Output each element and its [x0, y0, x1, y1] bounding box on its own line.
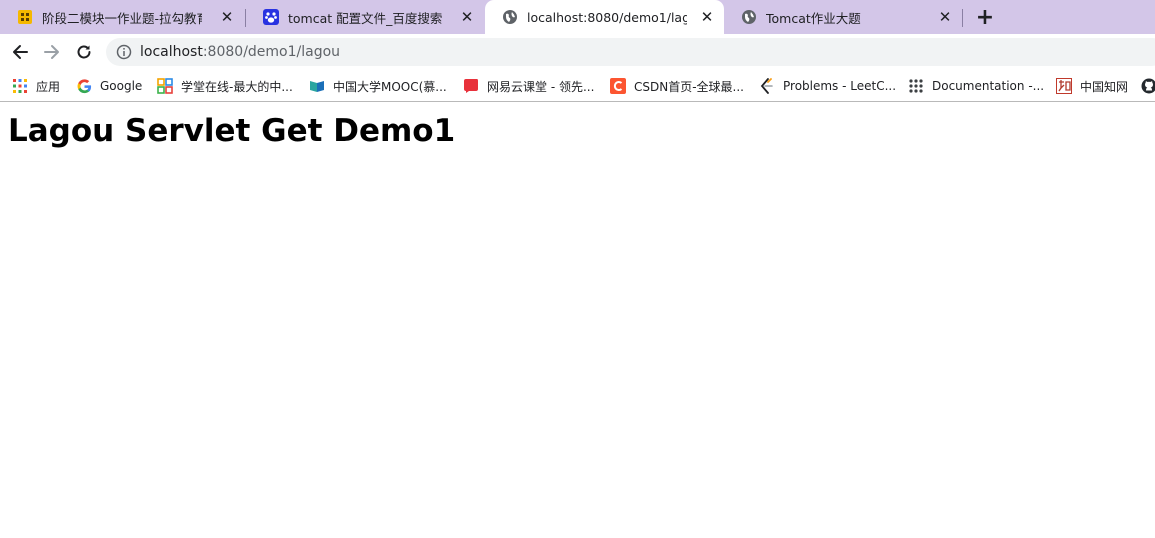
close-icon[interactable]: ✕: [936, 8, 954, 26]
github-icon: [1141, 78, 1155, 94]
bookmark-xuetangx[interactable]: 学堂在线-最大的中...: [157, 76, 293, 96]
reload-icon: [77, 45, 91, 59]
bookmark-label: 网易云课堂 - 领先...: [487, 79, 595, 94]
globe-icon: [741, 9, 757, 25]
bookmark-documentation[interactable]: Documentation -...: [908, 76, 1044, 96]
mooc-book-icon: [309, 78, 325, 94]
tab-separator: [962, 9, 963, 27]
page-viewport: Lagou Servlet Get Demo1: [0, 103, 1155, 538]
forward-button[interactable]: [40, 40, 64, 64]
bookmark-label: 学堂在线-最大的中...: [181, 79, 293, 94]
bookmark-label: CSDN首页-全球最...: [634, 79, 744, 94]
google-g-icon: [76, 78, 92, 94]
tab-title: Tomcat作业大题: [766, 10, 861, 26]
leetcode-icon: [759, 78, 775, 94]
baidu-paw-icon: [263, 9, 279, 25]
arrow-left-icon: [13, 45, 28, 59]
arrow-right-icon: [44, 45, 59, 59]
bookmark-cnki[interactable]: 中国知网: [1056, 76, 1128, 96]
address-bar[interactable]: localhost:8080/demo1/lagou: [106, 38, 1155, 66]
tab-tomcat-homework[interactable]: Tomcat作业大题 ✕: [724, 0, 962, 34]
bookmark-label: 应用: [36, 79, 61, 94]
reload-button[interactable]: [72, 40, 96, 64]
url-path: :8080/demo1/lagou: [202, 44, 341, 60]
tab-strip: 阶段二模块一作业题-拉勾教育 ✕ tomcat 配置文件_百度搜索 ✕ loca…: [0, 0, 1155, 34]
url-text[interactable]: localhost:8080/demo1/lagou: [140, 44, 340, 60]
globe-icon: [502, 9, 518, 25]
tab-baidu-search[interactable]: tomcat 配置文件_百度搜索 ✕: [246, 0, 484, 34]
tab-lagou-homework[interactable]: 阶段二模块一作业题-拉勾教育 ✕: [0, 0, 244, 34]
info-icon[interactable]: [116, 44, 132, 60]
close-icon[interactable]: ✕: [698, 8, 716, 26]
bookmarks-bar: 应用 Google 学堂在线-最大的中... 中国大学MOOC(慕... 网易云…: [0, 70, 1155, 102]
bookmark-label: Problems - LeetC...: [783, 79, 897, 93]
close-icon[interactable]: ✕: [218, 8, 236, 26]
netease-cloud-icon: [463, 78, 479, 94]
bookmark-label: Documentation -...: [932, 79, 1045, 93]
lagou-favicon-icon: [17, 9, 33, 25]
bookmark-github-partial[interactable]: [1141, 76, 1155, 96]
bookmark-label: 中国大学MOOC(慕...: [333, 79, 447, 94]
bookmark-google[interactable]: Google: [76, 76, 142, 96]
bookmark-apps[interactable]: 应用: [12, 76, 60, 96]
tab-title: localhost:8080/demo1/lagou: [527, 9, 687, 25]
browser-toolbar: localhost:8080/demo1/lagou: [0, 34, 1155, 70]
dots-grid-icon: [908, 78, 924, 94]
csdn-c-icon: [610, 78, 626, 94]
tab-title: tomcat 配置文件_百度搜索: [288, 10, 443, 26]
tab-title: 阶段二模块一作业题-拉勾教育: [42, 10, 202, 26]
bookmark-label: 中国知网: [1080, 79, 1129, 94]
xuetangx-icon: [157, 78, 173, 94]
apps-grid-icon: [12, 78, 28, 94]
back-button[interactable]: [8, 40, 32, 64]
bookmark-leetcode[interactable]: Problems - LeetC...: [759, 76, 896, 96]
bookmark-label: Google: [100, 79, 143, 93]
page-heading: Lagou Servlet Get Demo1: [8, 113, 456, 149]
tab-localhost-demo1[interactable]: localhost:8080/demo1/lagou ✕: [485, 0, 724, 34]
bookmark-csdn[interactable]: CSDN首页-全球最...: [610, 76, 744, 96]
cnki-icon: [1056, 78, 1072, 94]
bookmark-mooc[interactable]: 中国大学MOOC(慕...: [309, 76, 447, 96]
close-icon[interactable]: ✕: [458, 8, 476, 26]
url-host: localhost: [140, 44, 203, 60]
bookmark-netease-study[interactable]: 网易云课堂 - 领先...: [463, 76, 594, 96]
new-tab-button[interactable]: +: [974, 5, 996, 30]
